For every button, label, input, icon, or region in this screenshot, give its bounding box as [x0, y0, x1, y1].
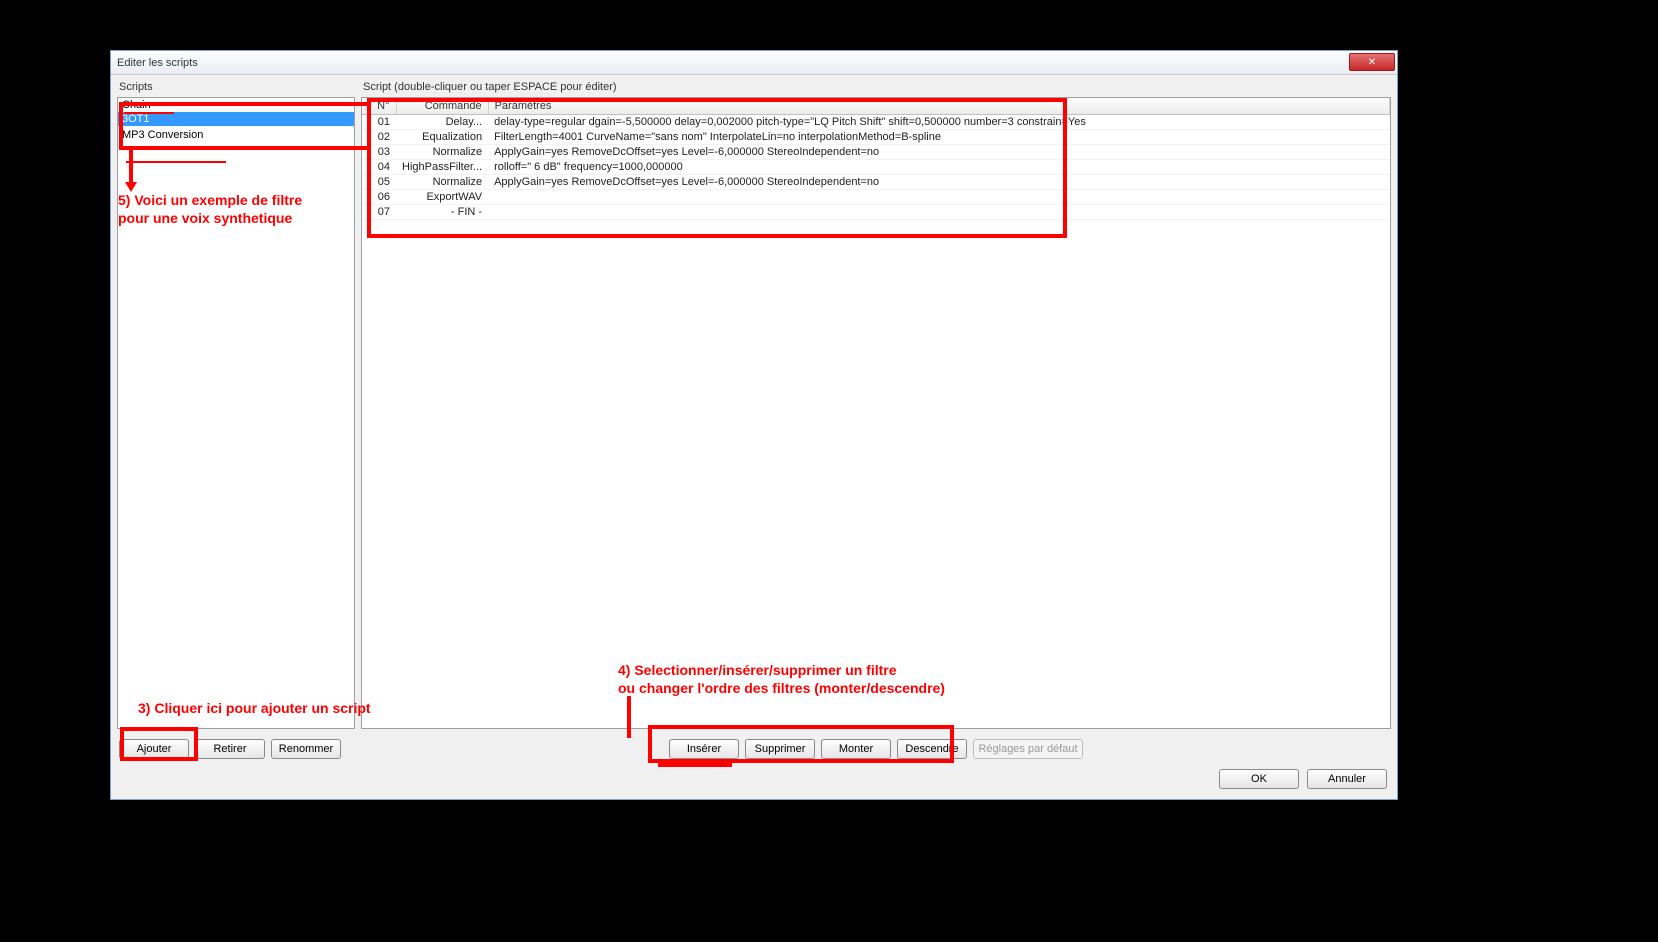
remove-button[interactable]: Retirer	[195, 739, 265, 759]
delete-button[interactable]: Supprimer	[745, 739, 815, 759]
scripts-buttons: Ajouter Retirer Renommer	[117, 729, 355, 761]
steps-buttons: Insérer Supprimer Monter Descendre Régla…	[361, 729, 1391, 761]
cell-no: 05	[362, 175, 396, 190]
cell-no: 03	[362, 145, 396, 160]
dialog-content: Scripts Chain 3OT1 MP3 Conversion Ajoute…	[111, 75, 1397, 799]
add-button[interactable]: Ajouter	[119, 739, 189, 759]
list-item[interactable]: MP3 Conversion	[118, 128, 354, 142]
col-params[interactable]: Paramètres	[488, 98, 1389, 115]
script-steps-panel: Script (double-cliquer ou taper ESPACE p…	[361, 79, 1391, 761]
script-steps-table[interactable]: N° Commande Paramètres 01Delay...delay-t…	[362, 98, 1390, 220]
dialog-window: Editer les scripts ✕ Scripts Chain 3OT1 …	[110, 50, 1398, 800]
cell-params: ApplyGain=yes RemoveDcOffset=yes Level=-…	[488, 175, 1389, 190]
window-title: Editer les scripts	[117, 57, 198, 69]
col-no[interactable]: N°	[362, 98, 396, 115]
cell-params: delay-type=regular dgain=-5,500000 delay…	[488, 115, 1389, 130]
defaults-button: Réglages par défaut	[973, 739, 1083, 759]
col-command[interactable]: Commande	[396, 98, 488, 115]
cell-params	[488, 190, 1389, 205]
cell-command: HighPassFilter...	[396, 160, 488, 175]
cell-no: 04	[362, 160, 396, 175]
cell-command: Normalize	[396, 145, 488, 160]
cell-command: Equalization	[396, 130, 488, 145]
footer-buttons: OK Annuler	[117, 761, 1391, 793]
down-button[interactable]: Descendre	[897, 739, 967, 759]
cancel-button[interactable]: Annuler	[1307, 769, 1387, 789]
list-item[interactable]: Chain	[118, 98, 354, 112]
close-icon: ✕	[1368, 57, 1376, 68]
list-item[interactable]: 3OT1	[118, 112, 354, 126]
cell-command: Delay...	[396, 115, 488, 130]
close-button[interactable]: ✕	[1349, 53, 1395, 71]
script-steps-table-wrap: N° Commande Paramètres 01Delay...delay-t…	[361, 97, 1391, 729]
scripts-listbox[interactable]: Chain 3OT1 MP3 Conversion	[117, 97, 355, 729]
cell-params: FilterLength=4001 CurveName="sans nom" I…	[488, 130, 1389, 145]
cell-command: - FIN -	[396, 205, 488, 220]
script-steps-label: Script (double-cliquer ou taper ESPACE p…	[361, 79, 1391, 97]
table-row[interactable]: 01Delay...delay-type=regular dgain=-5,50…	[362, 115, 1390, 130]
cell-params: rolloff=" 6 dB" frequency=1000,000000	[488, 160, 1389, 175]
up-button[interactable]: Monter	[821, 739, 891, 759]
cell-command: ExportWAV	[396, 190, 488, 205]
table-row[interactable]: 04HighPassFilter...rolloff=" 6 dB" frequ…	[362, 160, 1390, 175]
table-row[interactable]: 07- FIN -	[362, 205, 1390, 220]
table-row[interactable]: 03NormalizeApplyGain=yes RemoveDcOffset=…	[362, 145, 1390, 160]
insert-button[interactable]: Insérer	[669, 739, 739, 759]
scripts-label: Scripts	[117, 79, 355, 97]
cell-no: 07	[362, 205, 396, 220]
table-row[interactable]: 05NormalizeApplyGain=yes RemoveDcOffset=…	[362, 175, 1390, 190]
cell-no: 01	[362, 115, 396, 130]
table-row[interactable]: 06ExportWAV	[362, 190, 1390, 205]
titlebar: Editer les scripts ✕	[111, 51, 1397, 75]
table-header-row: N° Commande Paramètres	[362, 98, 1390, 115]
scripts-panel: Scripts Chain 3OT1 MP3 Conversion Ajoute…	[117, 79, 355, 761]
cell-params	[488, 205, 1389, 220]
cell-command: Normalize	[396, 175, 488, 190]
rename-button[interactable]: Renommer	[271, 739, 341, 759]
columns: Scripts Chain 3OT1 MP3 Conversion Ajoute…	[117, 79, 1391, 761]
ok-button[interactable]: OK	[1219, 769, 1299, 789]
cell-params: ApplyGain=yes RemoveDcOffset=yes Level=-…	[488, 145, 1389, 160]
cell-no: 02	[362, 130, 396, 145]
table-row[interactable]: 02EqualizationFilterLength=4001 CurveNam…	[362, 130, 1390, 145]
cell-no: 06	[362, 190, 396, 205]
